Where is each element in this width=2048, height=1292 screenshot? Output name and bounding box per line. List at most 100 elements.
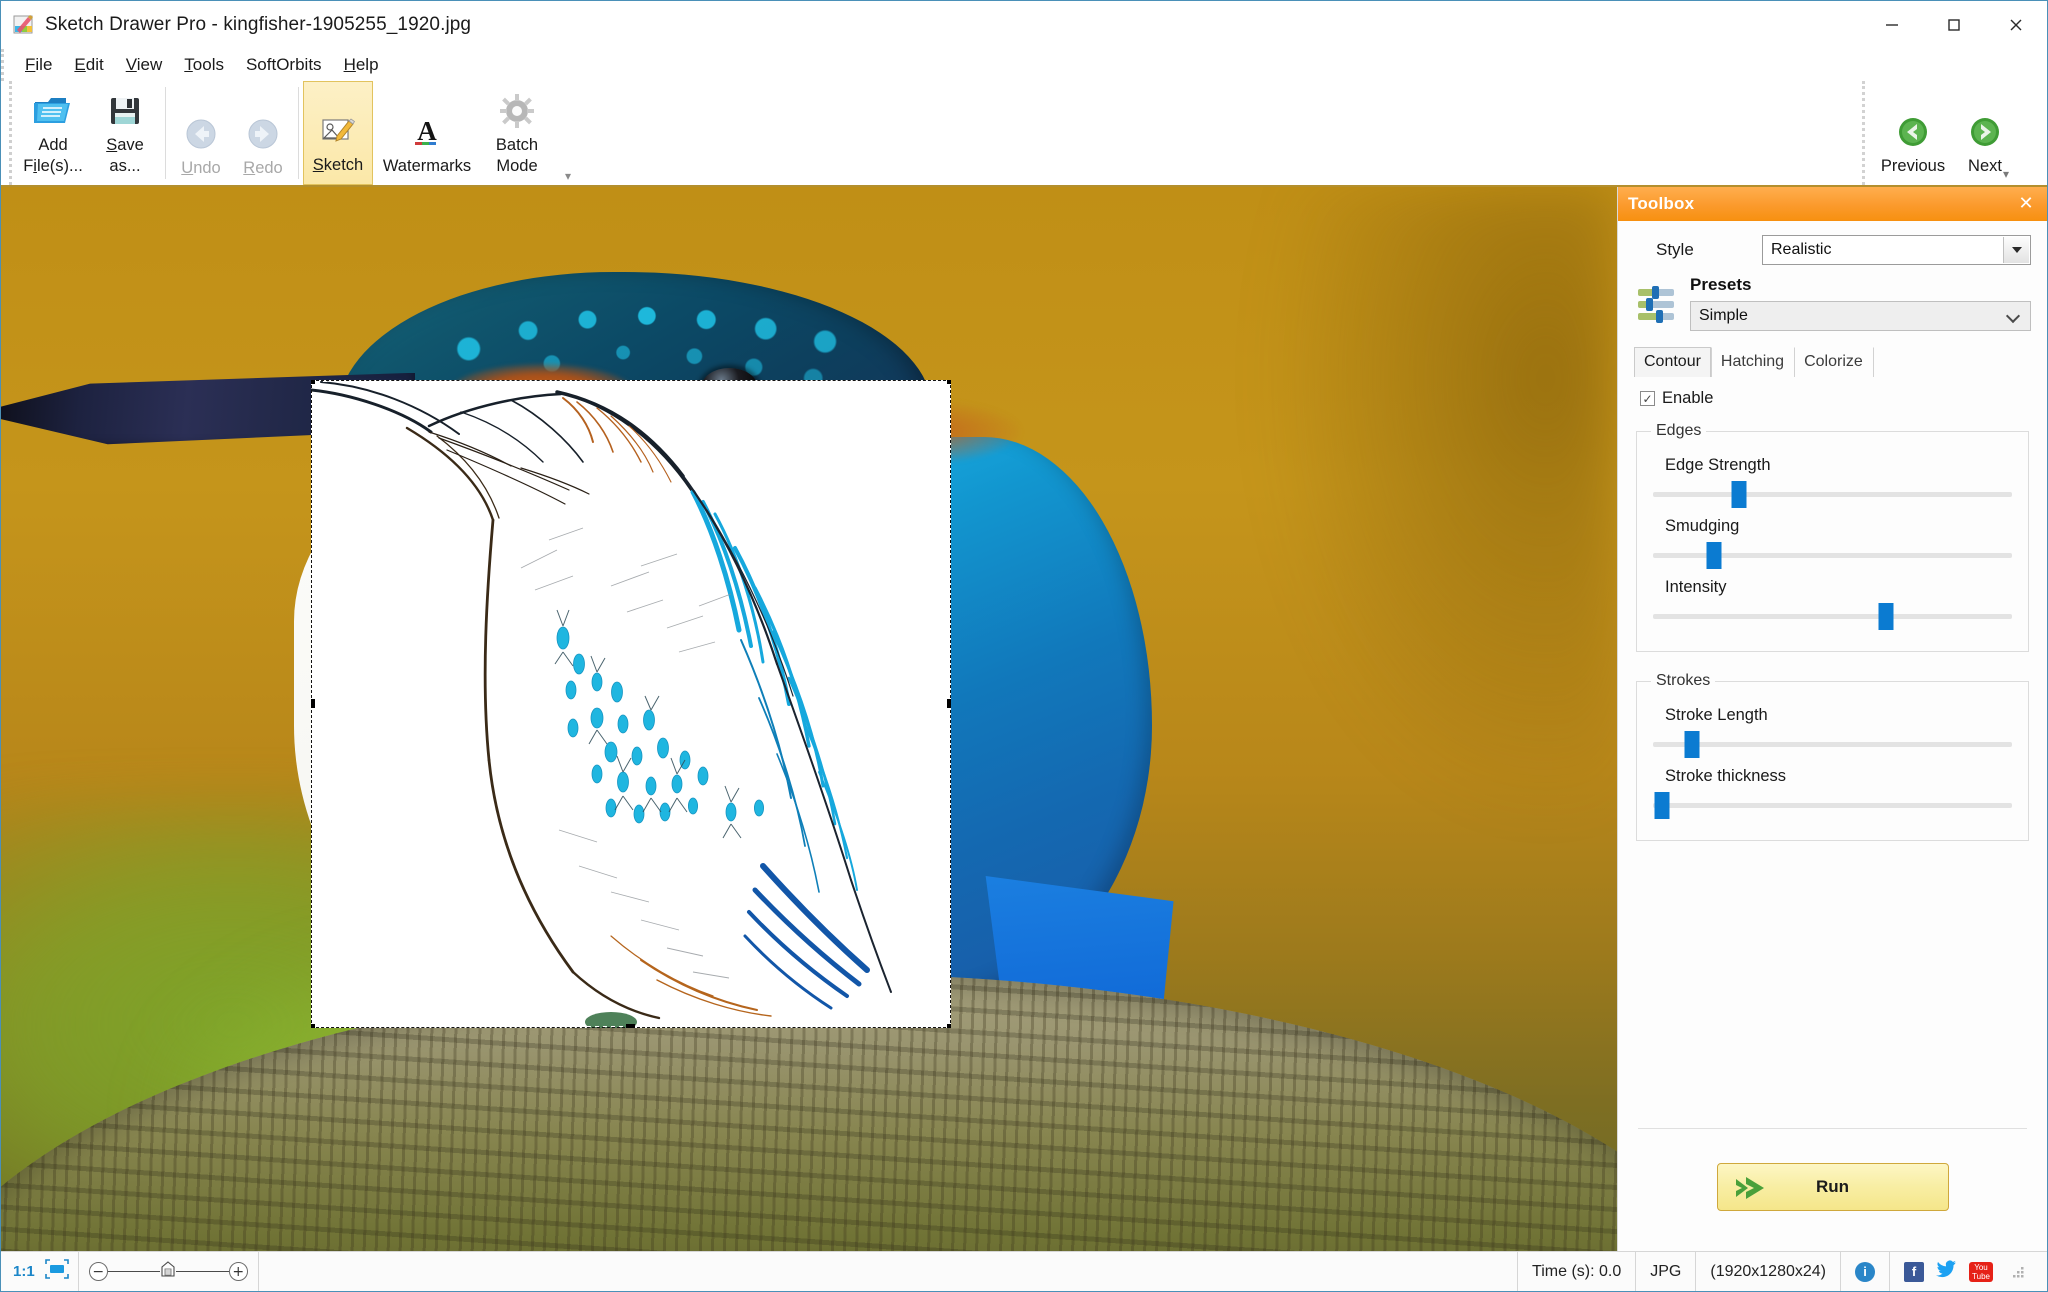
edge-strength-label: Edge Strength	[1665, 456, 1771, 474]
sketch-button[interactable]: Sketch	[303, 81, 373, 185]
menu-file[interactable]: File	[14, 52, 63, 78]
zoom-home-icon[interactable]	[160, 1260, 176, 1283]
zoom-in-button[interactable]: +	[228, 1262, 248, 1281]
undo-label: Undo	[181, 158, 221, 177]
file-format: JPG	[1635, 1252, 1695, 1291]
menu-edit-rest: dit	[85, 55, 104, 74]
add-files-label-line1: Add	[38, 136, 68, 154]
green-left-arrow-icon	[1896, 110, 1930, 154]
zoom-ratio-label[interactable]: 1:1	[1, 1263, 44, 1280]
status-bar: 1:1 − + Time (s): 0.0 JPG (1920x1280x24)…	[1, 1251, 2047, 1291]
menu-help[interactable]: Help	[333, 52, 390, 78]
batch-mode-button[interactable]: Batch Mode ▾	[481, 81, 571, 185]
save-as-label-line2: as...	[109, 157, 141, 176]
intensity-thumb[interactable]	[1878, 603, 1894, 630]
selection-handle-middle-right[interactable]	[947, 699, 951, 708]
zoom-slider[interactable]: − +	[77, 1252, 258, 1291]
watermarks-button[interactable]: A Watermarks	[373, 81, 481, 185]
presets-row: Presets Simple	[1634, 275, 2031, 331]
add-files-button[interactable]: Add File(s)...	[17, 81, 89, 185]
undo-button[interactable]: Undo	[170, 81, 232, 185]
tab-hatching[interactable]: Hatching	[1710, 347, 1794, 377]
fit-to-screen-icon[interactable]	[44, 1258, 70, 1285]
stroke-thickness-slider[interactable]	[1653, 792, 2012, 819]
menu-view[interactable]: View	[115, 52, 174, 78]
zoom-out-button[interactable]: −	[88, 1262, 108, 1281]
stroke-thickness-thumb[interactable]	[1654, 792, 1670, 819]
presets-dropdown-value: Simple	[1699, 307, 1748, 324]
tab-colorize[interactable]: Colorize	[1794, 347, 1873, 377]
maximize-button[interactable]	[1923, 1, 1985, 49]
enable-checkbox[interactable]: ✓	[1640, 391, 1655, 406]
zoom-track-right	[176, 1271, 229, 1272]
run-button[interactable]: Run	[1716, 1163, 1949, 1211]
info-icon[interactable]: i	[1855, 1261, 1875, 1282]
tab-contour[interactable]: Contour	[1634, 347, 1711, 377]
toolbox-close-icon[interactable]: ✕	[2015, 193, 2037, 215]
edge-strength-slider[interactable]	[1653, 481, 2012, 508]
main-area: Toolbox ✕ Style Realistic Presets Simple…	[1, 187, 2047, 1251]
previous-button[interactable]: Previous	[1873, 81, 1953, 185]
intensity-slider[interactable]	[1653, 603, 2012, 630]
menu-tools[interactable]: Tools	[173, 52, 235, 78]
zoom-track-left	[107, 1271, 161, 1272]
youtube-icon[interactable]: You Tube	[1969, 1261, 1993, 1282]
style-row: Style Realistic	[1634, 235, 2031, 265]
smudging-slider[interactable]	[1653, 542, 2012, 569]
enable-row[interactable]: ✓ Enable	[1640, 389, 2031, 408]
edge-strength-thumb[interactable]	[1731, 481, 1747, 508]
edges-group: Edges Edge Strength Smudging Intensity	[1636, 422, 2029, 652]
gear-icon	[499, 89, 535, 133]
toolbar-separator-1	[165, 87, 166, 179]
facebook-icon[interactable]: f	[1904, 1261, 1924, 1282]
window-resize-grip[interactable]	[2009, 1263, 2027, 1281]
stroke-length-track	[1653, 742, 2012, 747]
status-icons-social: f You Tube	[1889, 1252, 2047, 1291]
menu-help-rest: elp	[355, 55, 379, 74]
selection-handle-bottom-center[interactable]	[626, 1024, 635, 1028]
minimize-button[interactable]	[1861, 1, 1923, 49]
toolbox-title: Toolbox	[1628, 194, 1695, 213]
presets-label: Presets	[1690, 275, 1752, 294]
chevron-down-icon[interactable]	[2003, 237, 2029, 263]
menu-softorbits[interactable]: SoftOrbits	[235, 52, 333, 78]
toolbar-expand-button[interactable]: ▾	[2003, 167, 2009, 181]
presets-dropdown[interactable]: Simple	[1690, 301, 2031, 331]
window-title: Sketch Drawer Pro - kingfisher-1905255_1…	[45, 14, 472, 35]
title-bar: Sketch Drawer Pro - kingfisher-1905255_1…	[1, 1, 2047, 49]
processing-time: Time (s): 0.0	[1517, 1252, 1635, 1291]
twitter-icon[interactable]	[1936, 1260, 1957, 1283]
selection-handle-bottom-left[interactable]	[311, 1024, 315, 1028]
tabs-end-divider	[1872, 347, 1875, 377]
toolbar-separator-2	[298, 87, 299, 179]
stroke-length-thumb[interactable]	[1684, 731, 1700, 758]
window-controls	[1861, 1, 2047, 49]
style-dropdown[interactable]: Realistic	[1762, 235, 2031, 265]
toolbar-expand-glyph-left[interactable]: ▾	[565, 169, 571, 183]
svg-text:A: A	[417, 116, 437, 146]
toolbar-grip[interactable]	[9, 81, 17, 185]
redo-button[interactable]: Redo	[232, 81, 294, 185]
sketch-picture-pencil-icon	[319, 109, 357, 153]
youtube-line1: You	[1974, 1262, 1988, 1272]
save-as-button[interactable]: Save as...	[89, 81, 161, 185]
selection-handle-top-right[interactable]	[947, 380, 951, 384]
smudging-thumb[interactable]	[1706, 542, 1722, 569]
selection-handle-bottom-right[interactable]	[947, 1024, 951, 1028]
menu-tools-rest: ools	[192, 55, 224, 74]
close-button[interactable]	[1985, 1, 2047, 49]
selection-region[interactable]	[311, 380, 951, 1028]
stroke-length-slider[interactable]	[1653, 731, 2012, 758]
redo-label: Redo	[243, 158, 283, 177]
menu-view-rest: iew	[136, 55, 163, 74]
edges-legend: Edges	[1656, 422, 1702, 439]
selection-handle-middle-left[interactable]	[311, 699, 315, 708]
menu-edit[interactable]: Edit	[63, 52, 114, 78]
green-double-arrow-icon	[1734, 1175, 1768, 1206]
floppy-disk-icon	[106, 89, 144, 133]
smudging-label: Smudging	[1665, 517, 1740, 535]
edge-strength-track	[1653, 492, 2012, 497]
selection-handle-top-left[interactable]	[311, 380, 315, 384]
image-canvas[interactable]	[1, 187, 1617, 1251]
chevron-down-icon-presets[interactable]	[2005, 308, 2021, 324]
